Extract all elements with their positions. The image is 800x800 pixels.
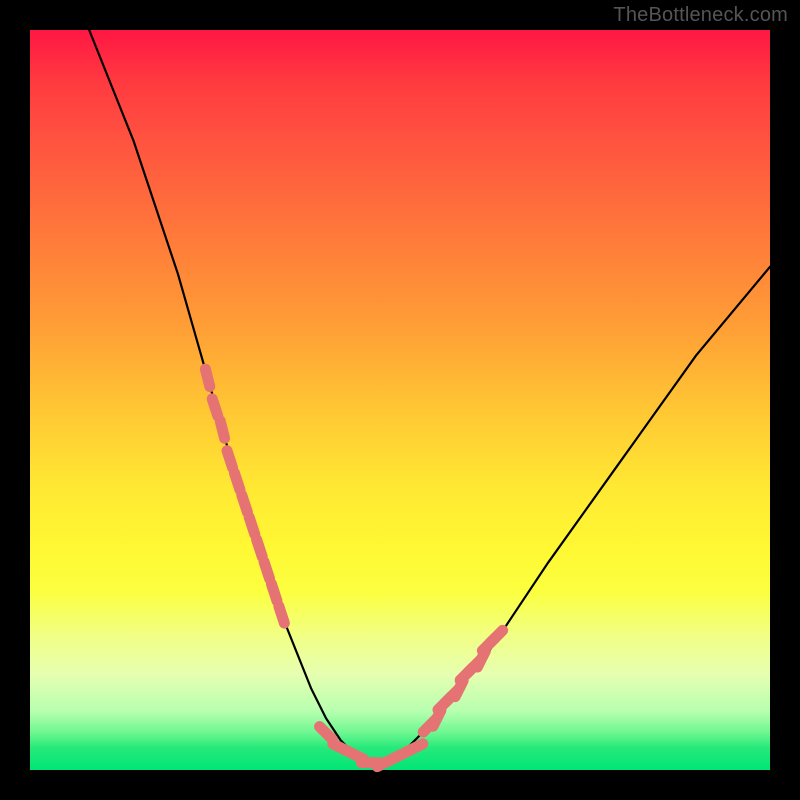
marker-capsule xyxy=(264,562,270,579)
marker-capsule xyxy=(212,399,218,416)
marker-capsule xyxy=(279,606,285,623)
marker-capsule xyxy=(320,727,333,740)
chart-plot-area xyxy=(30,30,770,770)
marker-capsule xyxy=(271,584,277,601)
marker-capsule xyxy=(490,630,503,643)
bottleneck-curve-path xyxy=(89,30,770,763)
bottleneck-curve-svg xyxy=(30,30,770,770)
marker-capsule xyxy=(257,540,263,557)
marker-capsule xyxy=(220,421,224,438)
marker-capsule xyxy=(242,495,248,512)
marker-capsule xyxy=(249,517,255,534)
marker-capsule xyxy=(407,744,423,752)
watermark-text: TheBottleneck.com xyxy=(613,4,788,27)
marker-capsule xyxy=(234,473,240,490)
marker-capsule xyxy=(205,369,209,386)
marker-capsule xyxy=(227,451,233,468)
marker-dots-group xyxy=(205,369,502,766)
